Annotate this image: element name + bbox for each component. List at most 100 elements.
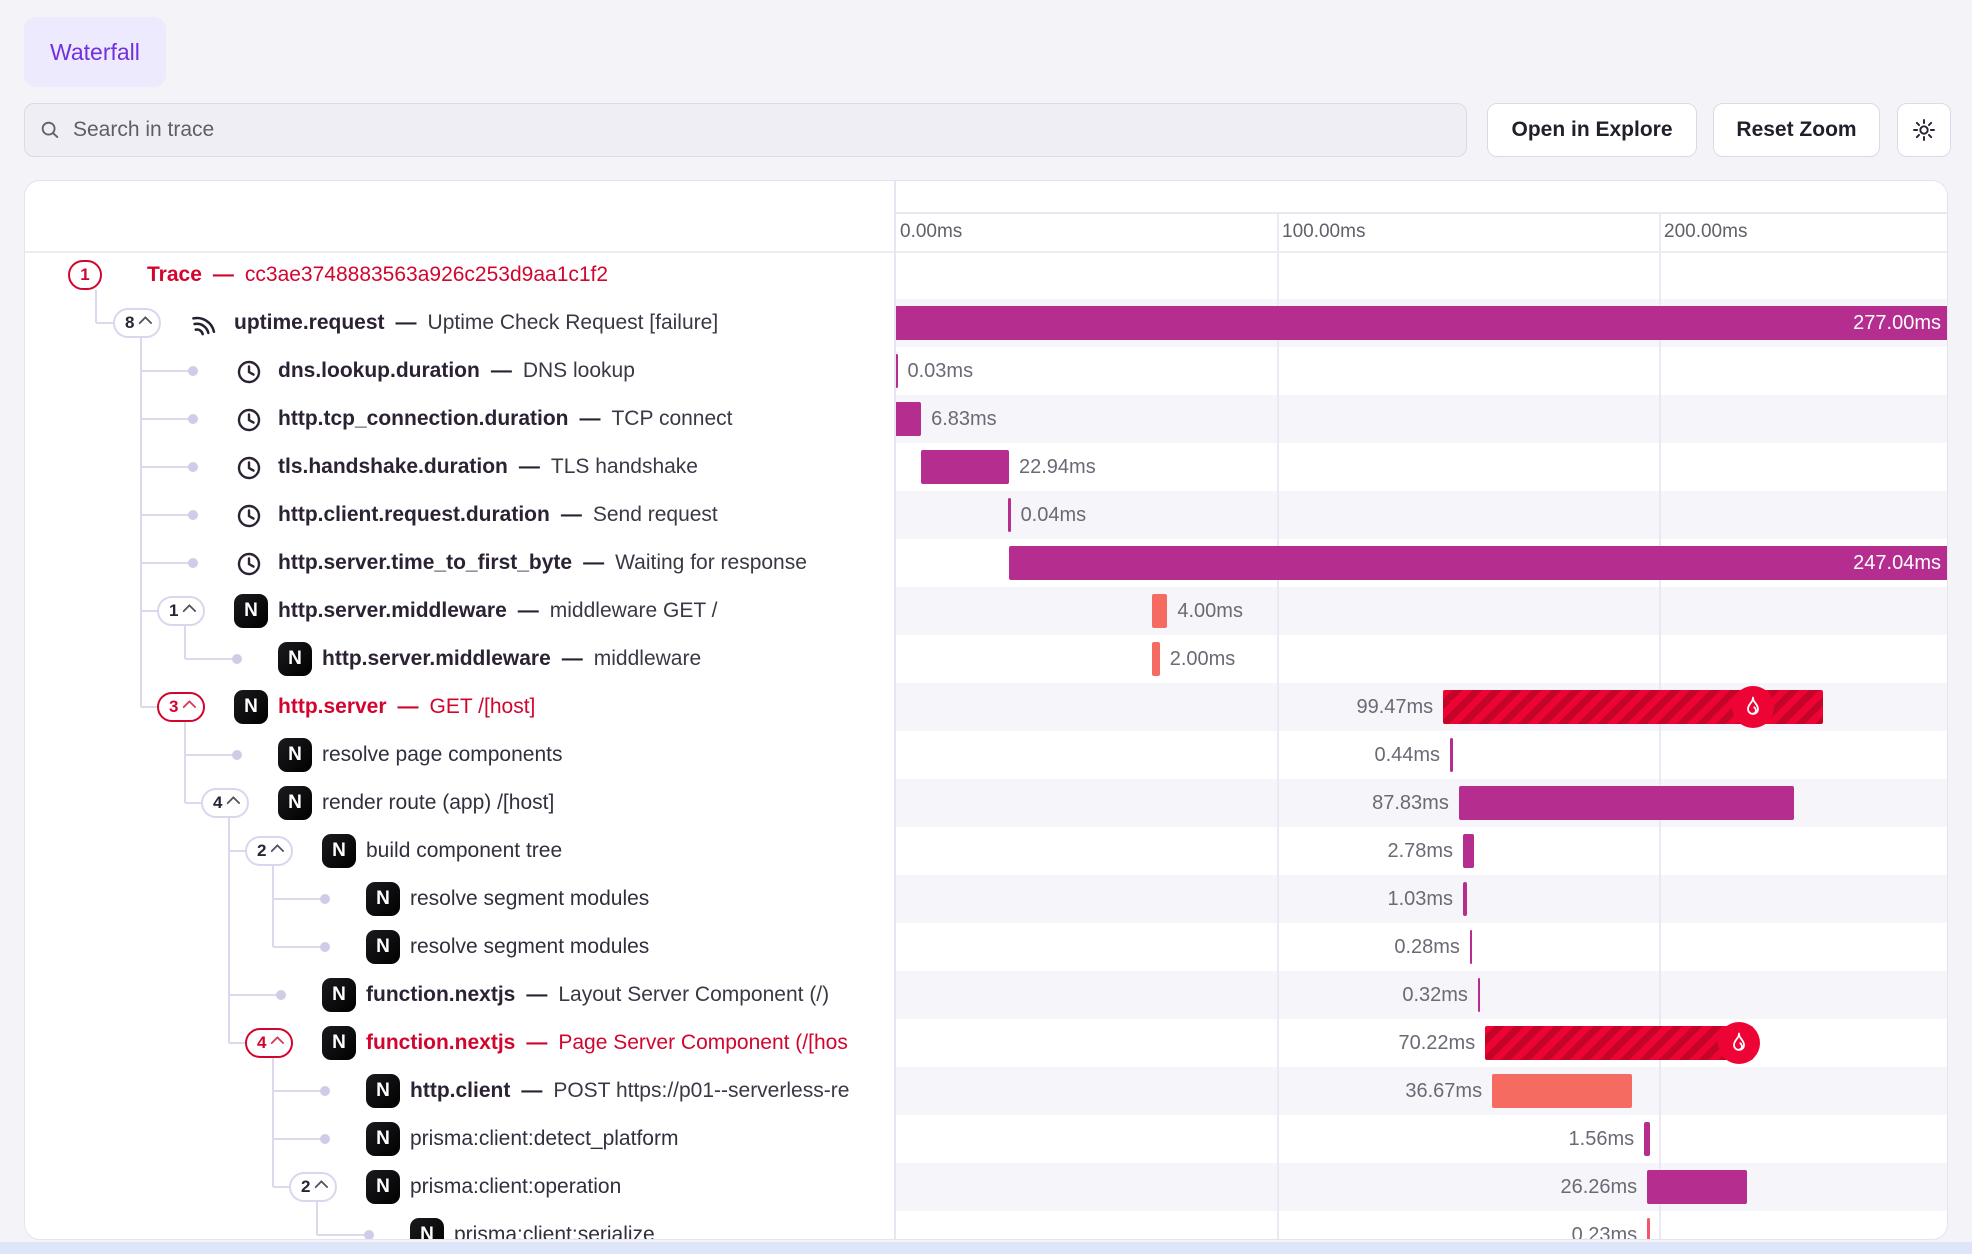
- span-title: http.client.request.duration—Send reques…: [278, 491, 718, 539]
- span-description: prisma:client:operation: [410, 1175, 621, 1199]
- span-row[interactable]: dns.lookup.duration—DNS lookup: [25, 347, 894, 395]
- span-row[interactable]: Nhttp.server.middleware—middleware: [25, 635, 894, 683]
- timeline-gridline: [1277, 212, 1279, 1240]
- span-duration-label: 6.83ms: [931, 395, 997, 443]
- nextjs-icon: N: [322, 978, 356, 1012]
- span-count-pill[interactable]: 4: [201, 788, 249, 818]
- span-title: http.server.time_to_first_byte—Waiting f…: [278, 539, 807, 587]
- tab-waterfall[interactable]: Waterfall: [24, 17, 166, 87]
- span-bar[interactable]: [1647, 1218, 1650, 1240]
- span-description: render route (app) /[host]: [322, 791, 554, 815]
- span-row[interactable]: Nresolve page components: [25, 731, 894, 779]
- waterfall-panel: 1Trace—cc3ae3748883563a926c253d9aa1c1f28…: [24, 180, 1948, 1240]
- span-op: Trace: [147, 263, 202, 287]
- span-count-pill[interactable]: 8: [113, 308, 161, 338]
- search-bar[interactable]: [24, 103, 1467, 157]
- span-bar[interactable]: [1647, 1170, 1747, 1204]
- span-bar[interactable]: [1009, 546, 1948, 580]
- span-bar[interactable]: [1450, 738, 1453, 772]
- span-bar[interactable]: [921, 450, 1009, 484]
- span-bar[interactable]: [1459, 786, 1795, 820]
- span-description: Uptime Check Request [failure]: [428, 311, 719, 335]
- settings-button[interactable]: [1897, 103, 1951, 157]
- span-description: Send request: [593, 503, 718, 527]
- reset-zoom-button[interactable]: Reset Zoom: [1713, 103, 1880, 157]
- span-row[interactable]: Nprisma:client:detect_platform: [25, 1115, 894, 1163]
- span-bar[interactable]: [1152, 642, 1160, 676]
- span-bar[interactable]: [1463, 834, 1474, 868]
- span-row[interactable]: 8uptime.request—Uptime Check Request [fa…: [25, 299, 894, 347]
- span-bar[interactable]: [1492, 1074, 1632, 1108]
- span-row[interactable]: Nprisma:client:serialize: [25, 1211, 894, 1240]
- trace-waterfall-view: Waterfall Open in Explore Reset Zoom 1 Tr…: [0, 0, 1972, 1254]
- span-row[interactable]: 2Nbuild component tree: [25, 827, 894, 875]
- span-row[interactable]: http.client.request.duration—Send reques…: [25, 491, 894, 539]
- span-row[interactable]: 2Nprisma:client:operation: [25, 1163, 894, 1211]
- search-input[interactable]: [71, 117, 1375, 143]
- span-row[interactable]: Nfunction.nextjs—Layout Server Component…: [25, 971, 894, 1019]
- span-count-pill[interactable]: 4: [245, 1028, 293, 1058]
- span-description: POST https://p01--serverless-re: [553, 1079, 849, 1103]
- span-row[interactable]: Nhttp.client—POST https://p01--serverles…: [25, 1067, 894, 1115]
- span-title: Trace—cc3ae3748883563a926c253d9aa1c1f2: [147, 251, 608, 299]
- span-duration-label: 87.83ms: [1372, 779, 1449, 827]
- separator: —: [396, 311, 417, 335]
- span-duration-label: 70.22ms: [1398, 1019, 1475, 1067]
- span-row[interactable]: tls.handshake.duration—TLS handshake: [25, 443, 894, 491]
- nextjs-icon: N: [366, 1074, 400, 1108]
- span-row[interactable]: 4Nrender route (app) /[host]: [25, 779, 894, 827]
- clock-icon: [234, 404, 264, 434]
- span-bar[interactable]: [1470, 930, 1473, 964]
- span-description: resolve page components: [322, 743, 563, 767]
- chevron-up-icon: [315, 1180, 329, 1194]
- span-op: http.client.request.duration: [278, 503, 550, 527]
- nextjs-icon: N: [366, 882, 400, 916]
- row-background: [894, 1163, 1948, 1211]
- span-duration-label: 0.04ms: [1021, 491, 1087, 539]
- span-bar[interactable]: [1463, 882, 1467, 916]
- span-count: 8: [125, 313, 134, 333]
- span-bar[interactable]: [895, 306, 1948, 340]
- span-title: http.server.middleware—middleware GET /: [278, 587, 717, 635]
- trace-row[interactable]: 1 Trace—cc3ae3748883563a926c253d9aa1c1f2: [25, 251, 894, 299]
- separator: —: [518, 599, 539, 623]
- span-row[interactable]: 1Nhttp.server.middleware—middleware GET …: [25, 587, 894, 635]
- span-count: 3: [169, 697, 178, 717]
- span-bar[interactable]: [1152, 594, 1167, 628]
- span-count-pill[interactable]: 1: [68, 260, 102, 290]
- span-description: resolve segment modules: [410, 887, 649, 911]
- span-bar[interactable]: [1008, 498, 1011, 532]
- waterfall-lane: 0.00ms100.00ms200.00ms277.00ms0.03ms6.83…: [894, 181, 1948, 1240]
- open-in-explore-button[interactable]: Open in Explore: [1487, 103, 1697, 157]
- span-row[interactable]: 4Nfunction.nextjs—Page Server Component …: [25, 1019, 894, 1067]
- span-duration-label: 0.03ms: [908, 347, 974, 395]
- panel-divider[interactable]: [894, 181, 896, 1239]
- header-divider-line: [25, 251, 1947, 253]
- span-tree: 1Trace—cc3ae3748883563a926c253d9aa1c1f28…: [25, 181, 894, 1240]
- span-count-pill[interactable]: 2: [245, 836, 293, 866]
- span-row[interactable]: http.server.time_to_first_byte—Waiting f…: [25, 539, 894, 587]
- separator: —: [521, 1079, 542, 1103]
- span-description: cc3ae3748883563a926c253d9aa1c1f2: [245, 263, 608, 287]
- span-count-pill[interactable]: 1: [157, 596, 205, 626]
- span-row[interactable]: Nresolve segment modules: [25, 923, 894, 971]
- span-count-pill[interactable]: 2: [289, 1172, 337, 1202]
- span-description: prisma:client:detect_platform: [410, 1127, 678, 1151]
- span-count: 2: [301, 1177, 310, 1197]
- span-row[interactable]: 3Nhttp.server—GET /[host]: [25, 683, 894, 731]
- separator: —: [583, 551, 604, 575]
- span-bar[interactable]: [1485, 1026, 1753, 1060]
- span-row[interactable]: Nresolve segment modules: [25, 875, 894, 923]
- span-bar[interactable]: [895, 402, 921, 436]
- chevron-up-icon: [139, 316, 153, 330]
- ruler-border: [894, 212, 1948, 214]
- span-row[interactable]: http.tcp_connection.duration—TCP connect: [25, 395, 894, 443]
- span-duration-label: 1.56ms: [1569, 1115, 1635, 1163]
- span-duration-label: 4.00ms: [1177, 587, 1243, 635]
- chevron-up-icon: [227, 796, 241, 810]
- bottom-strip: [0, 1242, 1972, 1254]
- nextjs-icon: N: [322, 834, 356, 868]
- span-bar[interactable]: [1644, 1122, 1650, 1156]
- span-count-pill[interactable]: 3: [157, 692, 205, 722]
- separator: —: [519, 455, 540, 479]
